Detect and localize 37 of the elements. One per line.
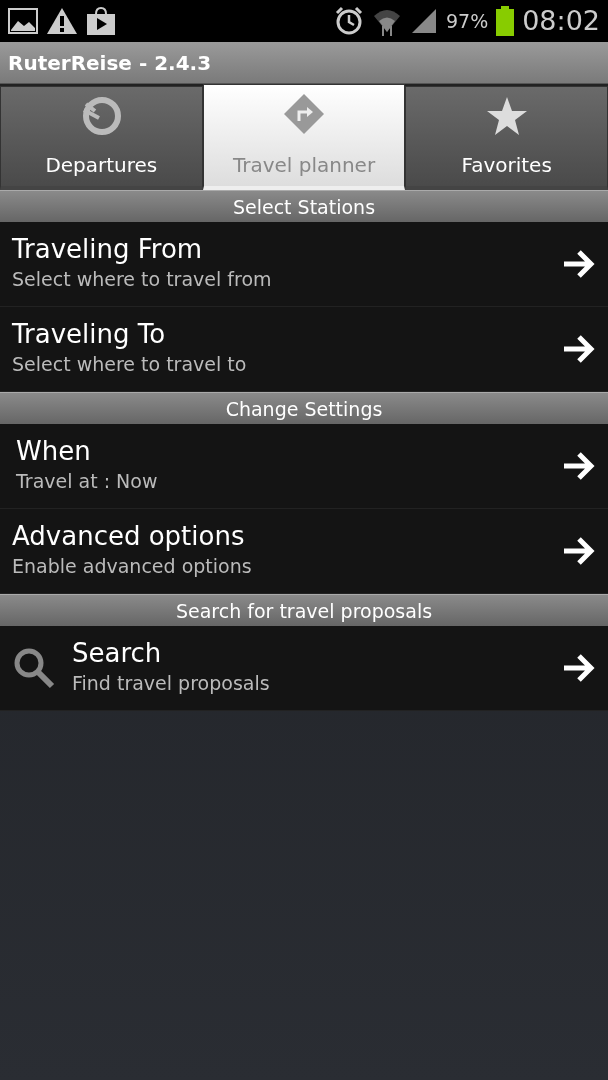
item-title: Traveling To — [12, 319, 167, 351]
status-text: 97% — [445, 8, 489, 34]
clock-text: 08:02 — [522, 3, 600, 38]
list-item[interactable]: Traveling From Select where to travel from — [0, 222, 608, 307]
item-subtitle: Enable advanced options — [12, 554, 253, 580]
clock-icon — [81, 96, 122, 136]
arrow-icon — [562, 652, 596, 684]
item-subtitle: Find travel proposals — [72, 671, 271, 697]
star-icon — [485, 96, 528, 136]
list-item[interactable]: Search Find travel proposals — [0, 626, 608, 711]
section-header: Search for travel proposals — [0, 594, 608, 626]
item-title: When — [16, 436, 92, 468]
arrow-icon — [562, 535, 596, 567]
turn-sign-icon — [282, 92, 326, 136]
section-header: Select Stations — [0, 190, 608, 222]
item-title: Search — [72, 638, 163, 670]
app-title: RuterReise - 2.4.3 — [0, 42, 608, 84]
item-subtitle: Select where to travel from — [12, 267, 273, 293]
warning-icon — [46, 7, 78, 35]
item-title: Traveling From — [12, 234, 204, 266]
item-subtitle: Travel at : Now — [16, 469, 159, 495]
arrow-icon — [562, 450, 596, 482]
arrow-icon — [562, 248, 596, 280]
item-title: Advanced options — [12, 521, 246, 553]
search-icon — [12, 646, 56, 690]
alarm-icon — [333, 6, 364, 36]
arrow-icon — [562, 333, 596, 365]
list-item[interactable]: Advanced options Enable advanced options — [0, 509, 608, 594]
battery-icon — [496, 6, 515, 36]
picture-icon — [8, 8, 38, 34]
section-header: Change Settings — [0, 392, 608, 424]
tab[interactable]: Favorites — [405, 86, 608, 190]
list-item[interactable]: When Travel at : Now — [0, 424, 608, 509]
tab[interactable]: Departures — [0, 86, 203, 190]
item-subtitle: Select where to travel to — [12, 352, 248, 378]
list-item[interactable]: Traveling To Select where to travel to — [0, 307, 608, 392]
store-icon — [86, 6, 116, 36]
